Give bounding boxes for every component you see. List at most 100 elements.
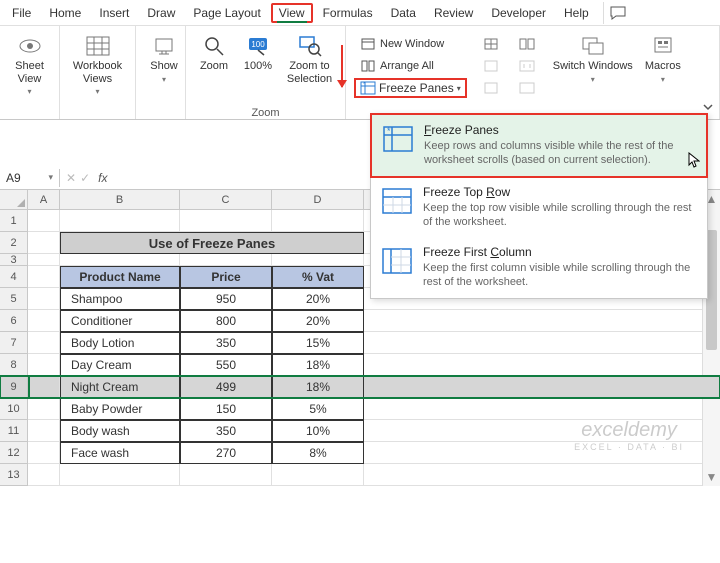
new-window-button[interactable]: New Window xyxy=(354,34,467,54)
cell[interactable]: % Vat xyxy=(272,266,364,288)
cell[interactable] xyxy=(272,210,364,232)
scroll-down-button[interactable]: ▼ xyxy=(703,468,720,486)
split-button[interactable] xyxy=(477,34,505,54)
cell[interactable]: 350 xyxy=(180,332,272,354)
cell[interactable]: 800 xyxy=(180,310,272,332)
cell[interactable]: Product Name xyxy=(60,266,180,288)
cell[interactable] xyxy=(180,254,272,266)
cell[interactable] xyxy=(364,420,720,442)
cancel-icon[interactable]: ✕ xyxy=(66,171,76,185)
cell[interactable]: Face wash xyxy=(60,442,180,464)
menu-help[interactable]: Help xyxy=(556,3,597,23)
reset-window-button[interactable] xyxy=(513,78,541,98)
cell[interactable] xyxy=(60,210,180,232)
cell[interactable]: Body wash xyxy=(60,420,180,442)
dropdown-item-freeze-top-row[interactable]: Freeze Top Row Keep the top row visible … xyxy=(371,177,707,238)
cell[interactable]: 950 xyxy=(180,288,272,310)
cell[interactable] xyxy=(364,464,720,486)
cell[interactable] xyxy=(28,442,60,464)
cell[interactable] xyxy=(272,464,364,486)
row-header[interactable]: 3 xyxy=(0,254,28,266)
cell[interactable] xyxy=(364,398,720,420)
zoom-to-selection-button[interactable]: Zoom to Selection xyxy=(280,32,339,87)
cell[interactable]: 550 xyxy=(180,354,272,376)
cell[interactable]: Shampoo xyxy=(60,288,180,310)
cell[interactable]: Body Lotion xyxy=(60,332,180,354)
menu-formulas[interactable]: Formulas xyxy=(315,3,381,23)
cell[interactable] xyxy=(364,332,720,354)
cell[interactable] xyxy=(28,332,60,354)
cell[interactable] xyxy=(364,442,720,464)
menu-developer[interactable]: Developer xyxy=(483,3,554,23)
row-header[interactable]: 7 xyxy=(0,332,28,354)
zoom-100-button[interactable]: 100 100% xyxy=(236,32,280,75)
cell[interactable]: 350 xyxy=(180,420,272,442)
col-header-d[interactable]: D xyxy=(272,190,364,210)
cell[interactable] xyxy=(28,354,60,376)
menu-review[interactable]: Review xyxy=(426,3,481,23)
workbook-views-button[interactable]: Workbook Views ▾ xyxy=(66,32,129,98)
cell[interactable] xyxy=(180,210,272,232)
cell[interactable]: 150 xyxy=(180,398,272,420)
fx-icon[interactable]: fx xyxy=(94,171,107,185)
unhide-button[interactable] xyxy=(477,78,505,98)
cell[interactable]: Night Cream xyxy=(60,376,180,398)
cell[interactable]: 20% xyxy=(272,288,364,310)
col-header-a[interactable]: A xyxy=(28,190,60,210)
menu-insert[interactable]: Insert xyxy=(91,3,137,23)
cell[interactable]: 18% xyxy=(272,376,364,398)
row-header[interactable]: 4 xyxy=(0,266,28,288)
cell[interactable] xyxy=(60,254,180,266)
enter-icon[interactable]: ✓ xyxy=(80,171,90,185)
cell[interactable] xyxy=(28,210,60,232)
hide-button[interactable] xyxy=(477,56,505,76)
cell[interactable] xyxy=(364,354,720,376)
macros-button[interactable]: Macros ▾ xyxy=(639,32,687,86)
cell[interactable]: Baby Powder xyxy=(60,398,180,420)
menu-data[interactable]: Data xyxy=(383,3,424,23)
zoom-button[interactable]: Zoom xyxy=(192,32,236,75)
cell[interactable]: 499 xyxy=(180,376,272,398)
menu-view[interactable]: View xyxy=(271,3,313,23)
cell[interactable] xyxy=(28,232,60,254)
sheet-view-button[interactable]: Sheet View ▾ xyxy=(6,32,53,98)
row-header[interactable]: 9 xyxy=(0,376,28,398)
select-all-corner[interactable] xyxy=(0,190,28,210)
row-header[interactable]: 12 xyxy=(0,442,28,464)
cell[interactable]: 15% xyxy=(272,332,364,354)
dropdown-item-freeze-first-column[interactable]: Freeze First Column Keep the first colum… xyxy=(371,237,707,298)
cell[interactable]: 18% xyxy=(272,354,364,376)
cell[interactable] xyxy=(28,266,60,288)
cell[interactable]: 8% xyxy=(272,442,364,464)
cell[interactable] xyxy=(28,310,60,332)
view-side-button[interactable] xyxy=(513,34,541,54)
cell[interactable]: 20% xyxy=(272,310,364,332)
sync-scroll-button[interactable] xyxy=(513,56,541,76)
dropdown-item-freeze-panes[interactable]: * Freeze Panes Keep rows and columns vis… xyxy=(370,113,708,178)
row-header[interactable]: 1 xyxy=(0,210,28,232)
arrange-all-button[interactable]: Arrange All xyxy=(354,56,467,76)
col-header-b[interactable]: B xyxy=(60,190,180,210)
show-button[interactable]: Show ▾ xyxy=(142,32,186,86)
menu-page-layout[interactable]: Page Layout xyxy=(185,3,268,23)
row-header[interactable]: 2 xyxy=(0,232,28,254)
cell[interactable] xyxy=(28,376,60,398)
cell[interactable] xyxy=(28,254,60,266)
cell[interactable] xyxy=(272,254,364,266)
cell[interactable] xyxy=(364,310,720,332)
row-header[interactable]: 11 xyxy=(0,420,28,442)
menu-home[interactable]: Home xyxy=(41,3,89,23)
cell[interactable]: 270 xyxy=(180,442,272,464)
col-header-c[interactable]: C xyxy=(180,190,272,210)
menu-file[interactable]: File xyxy=(4,3,39,23)
cell[interactable] xyxy=(364,376,720,398)
cell[interactable] xyxy=(28,288,60,310)
cell[interactable] xyxy=(28,464,60,486)
switch-windows-button[interactable]: Switch Windows ▾ xyxy=(547,32,639,86)
cell[interactable] xyxy=(28,420,60,442)
cell[interactable] xyxy=(60,464,180,486)
name-box[interactable]: A9▾ xyxy=(0,169,60,187)
row-header[interactable]: 8 xyxy=(0,354,28,376)
comments-icon[interactable] xyxy=(603,2,632,24)
row-header[interactable]: 10 xyxy=(0,398,28,420)
